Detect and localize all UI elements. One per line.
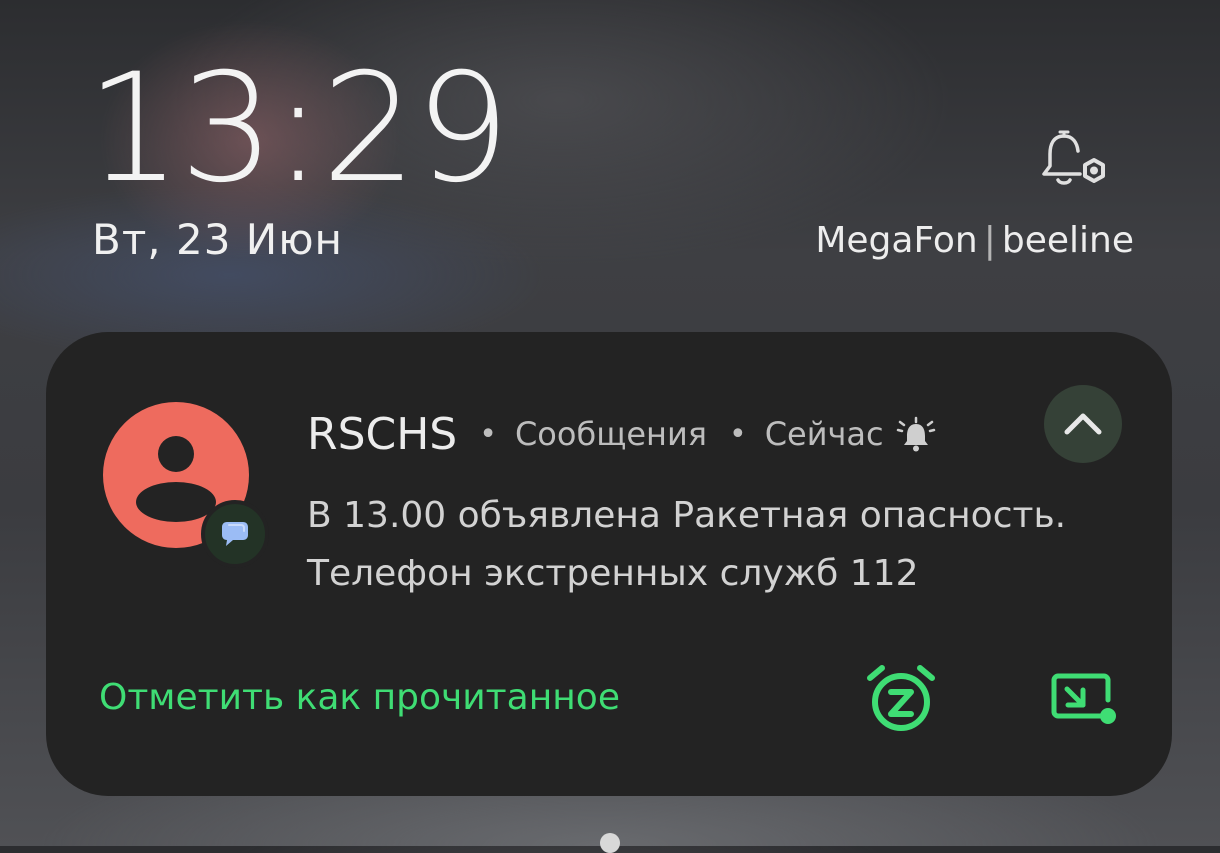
header-separator: •: [728, 416, 747, 452]
lockscreen-clock: 13:29: [86, 42, 510, 216]
notification-app-name: Сообщения: [514, 415, 707, 453]
notification-sender: RSCHS: [307, 408, 458, 460]
notification-card[interactable]: RSCHS • Сообщения • Сейчас В 13.00 объяв…: [46, 332, 1172, 796]
collapse-button[interactable]: [1044, 385, 1122, 463]
header-separator: •: [479, 416, 497, 452]
message-line: Телефон экстренных служб 112: [307, 553, 919, 594]
notification-time: Сейчас: [764, 415, 884, 453]
lockscreen-date: Вт, 23 Июн: [92, 215, 344, 264]
notification-message: В 13.00 объявлена Ракетная опасность. Те…: [307, 487, 1127, 603]
carrier-separator: |: [983, 220, 996, 261]
carrier-1: MegaFon: [815, 220, 978, 261]
picture-in-picture-button[interactable]: [1048, 670, 1118, 730]
carrier-label: MegaFon | beeline: [815, 216, 1134, 266]
picture-in-picture-icon: [1051, 673, 1116, 724]
snooze-button[interactable]: [864, 662, 938, 736]
carrier-2: beeline: [1001, 220, 1134, 261]
notification-settings-bell-icon[interactable]: [1040, 126, 1112, 192]
mark-as-read-button[interactable]: Отметить как прочитанное: [99, 672, 620, 724]
chevron-up-icon: [1064, 413, 1102, 435]
page-indicator-dot: [600, 833, 620, 853]
notification-header: RSCHS • Сообщения • Сейчас: [307, 406, 936, 462]
messages-app-badge: [201, 500, 269, 568]
alarm-bell-icon: [896, 416, 935, 452]
snooze-alarm-clock-icon: [867, 665, 935, 731]
messages-bubble-icon: [222, 522, 248, 546]
message-line: В 13.00 объявлена Ракетная опасность.: [307, 495, 1067, 536]
